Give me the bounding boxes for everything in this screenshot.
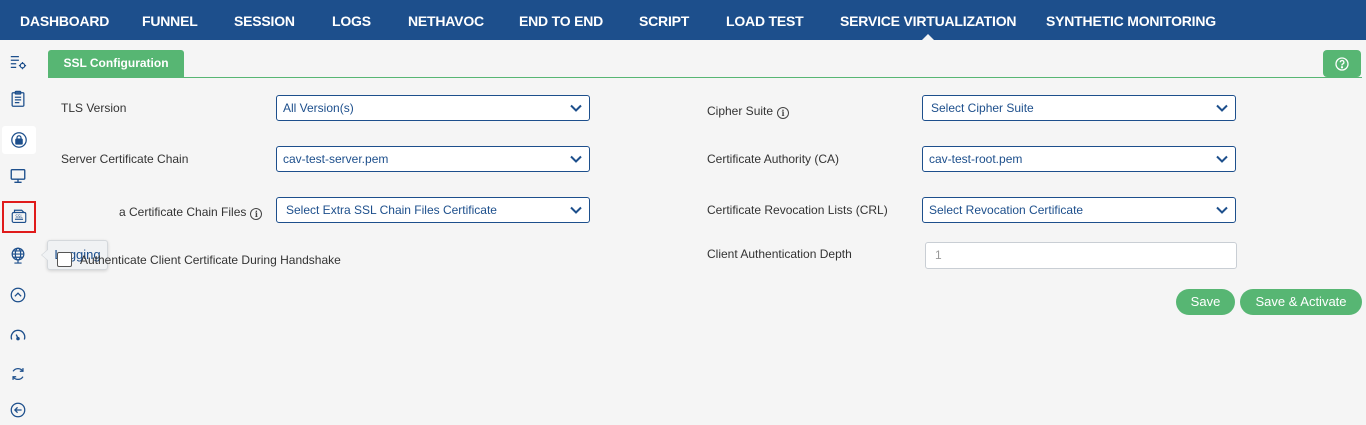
certificate-authority-label: Certificate Authority (CA) <box>707 152 840 166</box>
tls-version-label: TLS Version <box>61 101 127 115</box>
lock-icon[interactable] <box>2 126 36 154</box>
chevron-down-icon <box>570 155 582 163</box>
client-auth-depth-input[interactable]: 1 <box>925 242 1237 269</box>
extra-cert-chain-select[interactable]: Select Extra SSL Chain Files Certificate <box>276 197 590 223</box>
save-button[interactable]: Save <box>1176 289 1235 315</box>
svg-text:SSL: SSL <box>15 214 23 219</box>
top-navigation: DASHBOARD FUNNEL SESSION LOGS NETHAVOC E… <box>0 0 1366 41</box>
authenticate-client-label: Authenticate Client Certificate During H… <box>80 253 341 267</box>
server-cert-chain-label: Server Certificate Chain <box>61 152 189 166</box>
tab-bar: SSL Configuration <box>48 50 1362 78</box>
gauge-icon[interactable] <box>8 325 28 345</box>
nav-load-test[interactable]: LOAD TEST <box>726 0 804 40</box>
info-icon[interactable]: i <box>250 208 263 220</box>
client-auth-depth-label: Client Authentication Depth <box>707 247 852 261</box>
info-icon[interactable]: i <box>777 107 790 119</box>
chevron-down-icon <box>570 206 582 214</box>
clipboard-icon[interactable] <box>8 89 28 109</box>
ssl-document-icon[interactable]: SSL <box>2 201 36 233</box>
tls-version-value: All Version(s) <box>283 101 354 115</box>
chevron-down-icon <box>1216 206 1228 214</box>
server-cert-chain-value: cav-test-server.pem <box>283 152 389 166</box>
back-arrow-circle-icon[interactable] <box>8 400 28 420</box>
tls-version-select[interactable]: All Version(s) <box>276 95 590 121</box>
monitor-icon[interactable] <box>8 166 28 186</box>
nav-service-virtualization[interactable]: SERVICE VIRTUALIZATION <box>840 0 1017 41</box>
certificate-authority-select[interactable]: cav-test-root.pem <box>922 146 1236 172</box>
sidebar: SSL Logging <box>0 40 108 425</box>
server-cert-chain-select[interactable]: cav-test-server.pem <box>276 146 590 172</box>
nav-script[interactable]: SCRIPT <box>639 0 689 40</box>
certificate-authority-value: cav-test-root.pem <box>929 152 1023 166</box>
nav-logs[interactable]: LOGS <box>332 0 371 40</box>
nav-dashboard[interactable]: DASHBOARD <box>20 0 109 40</box>
authenticate-client-checkbox[interactable] <box>57 252 72 267</box>
globe-network-icon[interactable] <box>8 245 28 265</box>
question-circle-icon <box>1335 56 1349 71</box>
chevron-down-icon <box>1216 155 1228 163</box>
nav-nethavoc[interactable]: NETHAVOC <box>408 0 484 40</box>
cipher-suite-value: Select Cipher Suite <box>931 101 1034 115</box>
cycle-icon[interactable] <box>8 364 28 384</box>
nav-synthetic-monitoring[interactable]: SYNTHETIC MONITORING <box>1046 0 1216 40</box>
tab-ssl-configuration[interactable]: SSL Configuration <box>48 50 184 78</box>
chevron-down-icon <box>570 104 582 112</box>
extra-cert-chain-value: Select Extra SSL Chain Files Certificate <box>286 203 497 217</box>
nav-end-to-end[interactable]: END TO END <box>519 0 603 40</box>
cipher-suite-select[interactable]: Select Cipher Suite <box>922 95 1236 121</box>
save-activate-button[interactable]: Save & Activate <box>1240 289 1362 315</box>
crl-select[interactable]: Select Revocation Certificate <box>922 197 1236 223</box>
chevron-down-icon <box>1216 104 1228 112</box>
extra-cert-chain-label: a Certificate Chain Files i <box>119 205 263 220</box>
settings-list-icon[interactable] <box>8 52 28 72</box>
nav-funnel[interactable]: FUNNEL <box>142 0 198 40</box>
help-button[interactable] <box>1323 50 1361 77</box>
cipher-suite-label: Cipher Suite i <box>707 104 790 119</box>
crl-value: Select Revocation Certificate <box>929 203 1084 217</box>
nav-session[interactable]: SESSION <box>234 0 295 40</box>
crl-label: Certificate Revocation Lists (CRL) <box>707 203 888 217</box>
chevron-up-circle-icon[interactable] <box>8 285 28 305</box>
